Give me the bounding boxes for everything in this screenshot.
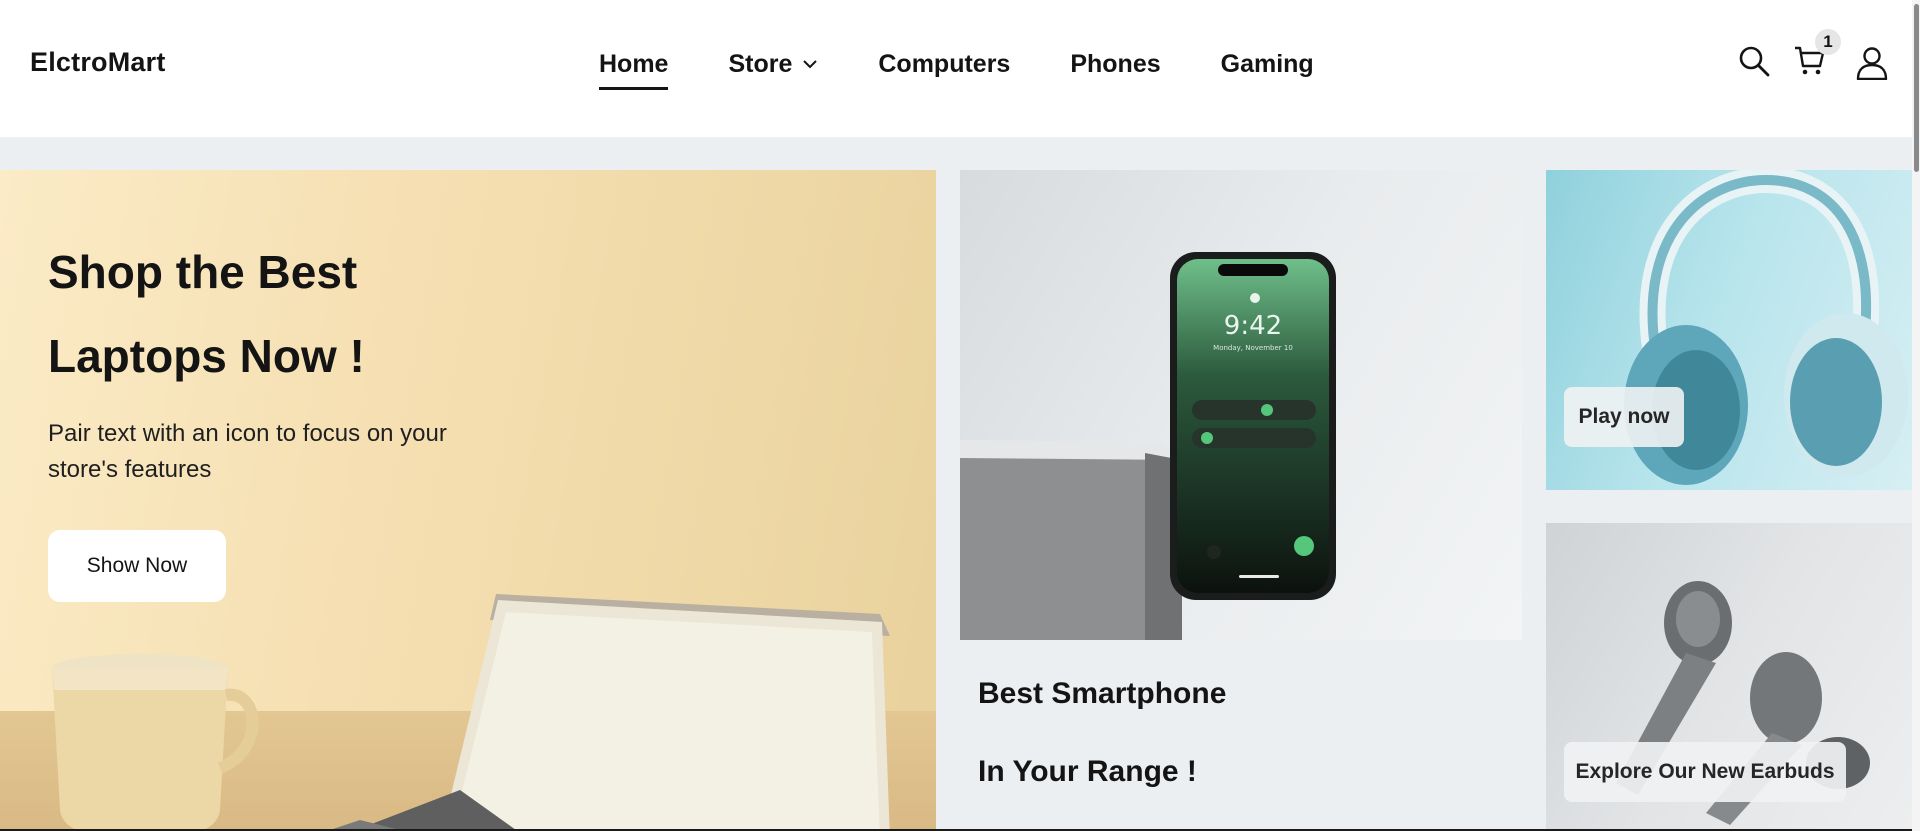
nav-store[interactable]: Store	[728, 46, 818, 82]
hero-section: Shop the Best Laptops Now ! Pair text wi…	[0, 137, 1912, 831]
smartphone-caption: Best Smartphone In Your Range !	[978, 655, 1478, 811]
page-scrollbar[interactable]	[1912, 0, 1920, 831]
nav-gaming-label: Gaming	[1220, 49, 1314, 78]
nav-gaming[interactable]: Gaming	[1221, 46, 1314, 82]
site-logo[interactable]: ElctroMart	[30, 47, 166, 78]
laptop-banner-title: Shop the Best Laptops Now !	[48, 230, 568, 398]
nav-computers-label: Computers	[878, 49, 1011, 78]
show-now-button[interactable]: Show Now	[48, 530, 226, 602]
main-nav: Home Store Computers Phones Gaming	[599, 46, 1374, 90]
account-icon[interactable]	[1855, 46, 1889, 80]
search-icon[interactable]	[1737, 44, 1771, 78]
chevron-down-icon	[803, 60, 818, 69]
play-now-button[interactable]: Play now	[1564, 387, 1684, 447]
laptop-title-line2: Laptops Now !	[48, 330, 365, 382]
explore-earbuds-button[interactable]: Explore Our New Earbuds	[1564, 742, 1846, 802]
laptop-banner-description: Pair text with an icon to focus on your …	[48, 420, 447, 483]
scrollbar-thumb[interactable]	[1914, 4, 1919, 172]
site-header: ElctroMart Home Store Computers Phones G…	[0, 0, 1920, 137]
nav-phones-label: Phones	[1070, 49, 1161, 78]
mug-image	[52, 654, 259, 831]
phone-screen-time: 9:42	[1224, 311, 1282, 341]
smartphone-image: 9:42 Monday, November 10	[960, 252, 1336, 640]
nav-home[interactable]: Home	[599, 46, 669, 90]
phone-caption-line1: Best Smartphone	[978, 677, 1227, 710]
cart-count-badge: 1	[1815, 29, 1841, 55]
laptop-banner: Shop the Best Laptops Now ! Pair text wi…	[0, 170, 936, 831]
phone-caption-line2: In Your Range !	[978, 755, 1197, 788]
nav-store-label: Store	[728, 49, 793, 78]
nav-computers[interactable]: Computers	[878, 46, 1010, 82]
nav-phones[interactable]: Phones	[1070, 46, 1160, 82]
nav-home-label: Home	[599, 49, 669, 78]
phone-screen-date: Monday, November 10	[1213, 344, 1293, 352]
smartphone-banner[interactable]: 9:42 Monday, November 10	[960, 170, 1522, 640]
laptop-title-line1: Shop the Best	[48, 246, 358, 298]
